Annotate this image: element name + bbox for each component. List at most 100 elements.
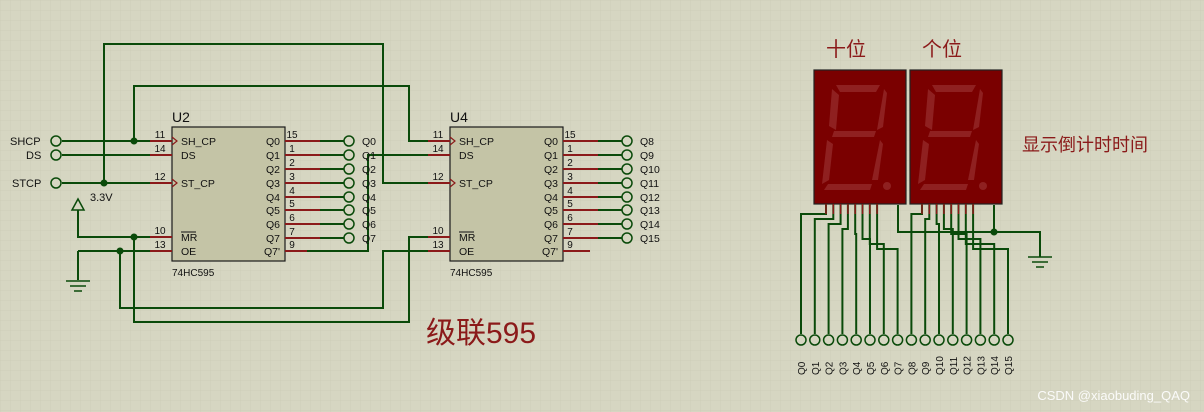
u2-pin-num: 5 (289, 199, 295, 210)
bottom-terminal[interactable] (850, 334, 862, 346)
shcp-terminal[interactable] (50, 135, 62, 147)
u4-pin-num: 1 (567, 144, 573, 155)
bottom-terminal-label: Q13 (976, 356, 987, 375)
bottom-terminal[interactable] (891, 334, 904, 346)
u4-pin-name: Q0 (544, 136, 558, 148)
u4-pin-name: OE (459, 246, 474, 258)
schematic-canvas[interactable]: U2 74HC595 U4 74HC595 11 SH_CP 14 DS 12 ST_CP… (0, 0, 1204, 412)
u4-pin-name: SH_CP (459, 136, 494, 148)
display-units[interactable] (909, 69, 1003, 205)
u2-pin-num: 2 (289, 158, 295, 169)
bottom-terminal-label: Q8 (907, 361, 918, 375)
u2-pin-name: MR (181, 232, 198, 244)
bottom-terminal-label: Q9 (921, 361, 932, 375)
u4-pin-name: Q1 (544, 150, 558, 162)
bottom-terminal-label: Q7 (894, 361, 905, 375)
bottom-terminal-label: Q2 (825, 361, 836, 375)
u4-pin-num: 14 (432, 144, 444, 155)
u4-pin-name: Q6 (544, 219, 558, 231)
u4-output-label: Q13 (640, 205, 660, 217)
u4-output-label: Q11 (640, 178, 659, 190)
u2-output-label: Q7 (362, 233, 376, 245)
u2-pin-name: SH_CP (181, 136, 216, 148)
bottom-terminal[interactable] (933, 334, 945, 346)
u2-pin-num: 6 (289, 213, 295, 224)
u4-pin-num: 2 (567, 158, 573, 169)
bottom-terminal-label: Q0 (797, 361, 808, 375)
u2-pin-name: OE (181, 246, 196, 258)
bottom-terminal[interactable] (960, 334, 973, 346)
display-caption: 显示倒计时时间 (1022, 135, 1148, 155)
bottom-terminal[interactable] (919, 334, 931, 346)
u4-pin-name: Q7 (544, 233, 558, 245)
u4-pin-num: 12 (432, 172, 444, 183)
bottom-terminal[interactable] (836, 334, 849, 346)
u2-pin-num: 4 (289, 186, 295, 197)
cascade-caption: 级联595 (426, 317, 536, 350)
u2-part: 74HC595 (172, 268, 215, 279)
u4-output-label: Q9 (640, 150, 654, 162)
u2-output-label: Q4 (362, 192, 376, 204)
u4-output-label: Q14 (640, 219, 660, 231)
bottom-terminal-label: Q1 (811, 361, 822, 375)
u4-pin-num: 9 (567, 240, 573, 251)
bottom-terminal[interactable] (988, 334, 1000, 346)
bottom-terminal[interactable] (864, 334, 876, 346)
u4-pin-name: ST_CP (459, 178, 493, 190)
u4-pin-num: 6 (567, 213, 573, 224)
u2-pin-name: Q5 (266, 205, 280, 217)
ds-terminal[interactable] (50, 149, 62, 161)
watermark: CSDN @xiaobuding_QAQ (1037, 388, 1190, 403)
u4-pin-num: 13 (432, 240, 444, 251)
display-tens[interactable] (813, 69, 907, 205)
bottom-terminal-label: Q12 (963, 356, 974, 375)
u2-pin-name: Q0 (266, 136, 280, 148)
u4-pin-num: 7 (567, 227, 573, 238)
u2-pin-num: 15 (286, 130, 298, 141)
u2-output-label: Q5 (362, 205, 376, 217)
bottom-terminal-label: Q11 (949, 356, 960, 375)
bottom-terminal-label: Q14 (990, 356, 1001, 375)
bottom-terminal-label: Q5 (866, 361, 877, 375)
units-label: 个位 (922, 38, 962, 61)
u2-pin-name: Q7 (266, 233, 280, 245)
shcp-label: SHCP (10, 136, 41, 148)
u4-pin-num: 10 (432, 226, 444, 237)
u2-output-label: Q2 (362, 164, 376, 176)
stcp-terminal[interactable] (50, 177, 62, 189)
u2-output-label: Q3 (362, 178, 376, 190)
u4-pin-name: Q3 (544, 178, 558, 190)
u2-pin-num: 3 (289, 172, 295, 183)
bottom-terminal[interactable] (822, 334, 835, 346)
u2-output-label: Q1 (362, 150, 376, 162)
u2-pin-name: Q2 (266, 164, 280, 176)
u4-output-label: Q15 (640, 233, 660, 245)
tens-label: 十位 (826, 38, 866, 61)
bottom-terminal[interactable] (878, 334, 890, 346)
u4-output-label: Q8 (640, 136, 654, 148)
bottom-terminal[interactable] (1002, 334, 1014, 346)
u2-pin-name: Q3 (266, 178, 280, 190)
u2-pin-name: DS (181, 150, 196, 162)
u4-part: 74HC595 (450, 268, 493, 279)
stcp-label: STCP (12, 178, 41, 190)
u2-pin-name: Q6 (266, 219, 280, 231)
u4-output-label: Q12 (640, 192, 660, 204)
u2-pin-num: 13 (154, 240, 166, 251)
u4-pin-num: 4 (567, 186, 573, 197)
bottom-terminal-label: Q10 (935, 356, 946, 375)
u2-pin-num: 12 (154, 172, 166, 183)
bottom-terminal-label: Q15 (1004, 356, 1015, 375)
u2-output-label: Q6 (362, 219, 376, 231)
bottom-terminal[interactable] (795, 334, 807, 346)
schematic-svg: U2 74HC595 U4 74HC595 11SH_CP14DS12ST_CP… (0, 0, 1204, 412)
u2-output-label: Q0 (362, 136, 376, 148)
u4-pin-name: DS (459, 150, 474, 162)
u2-pin-num: 11 (155, 130, 166, 141)
bottom-terminal[interactable] (905, 334, 918, 346)
u2-pin-name: Q4 (266, 192, 280, 204)
bottom-terminal[interactable] (809, 334, 821, 346)
bottom-terminal[interactable] (947, 334, 959, 346)
bottom-terminal[interactable] (974, 334, 987, 346)
u4-output-label: Q10 (640, 164, 660, 176)
